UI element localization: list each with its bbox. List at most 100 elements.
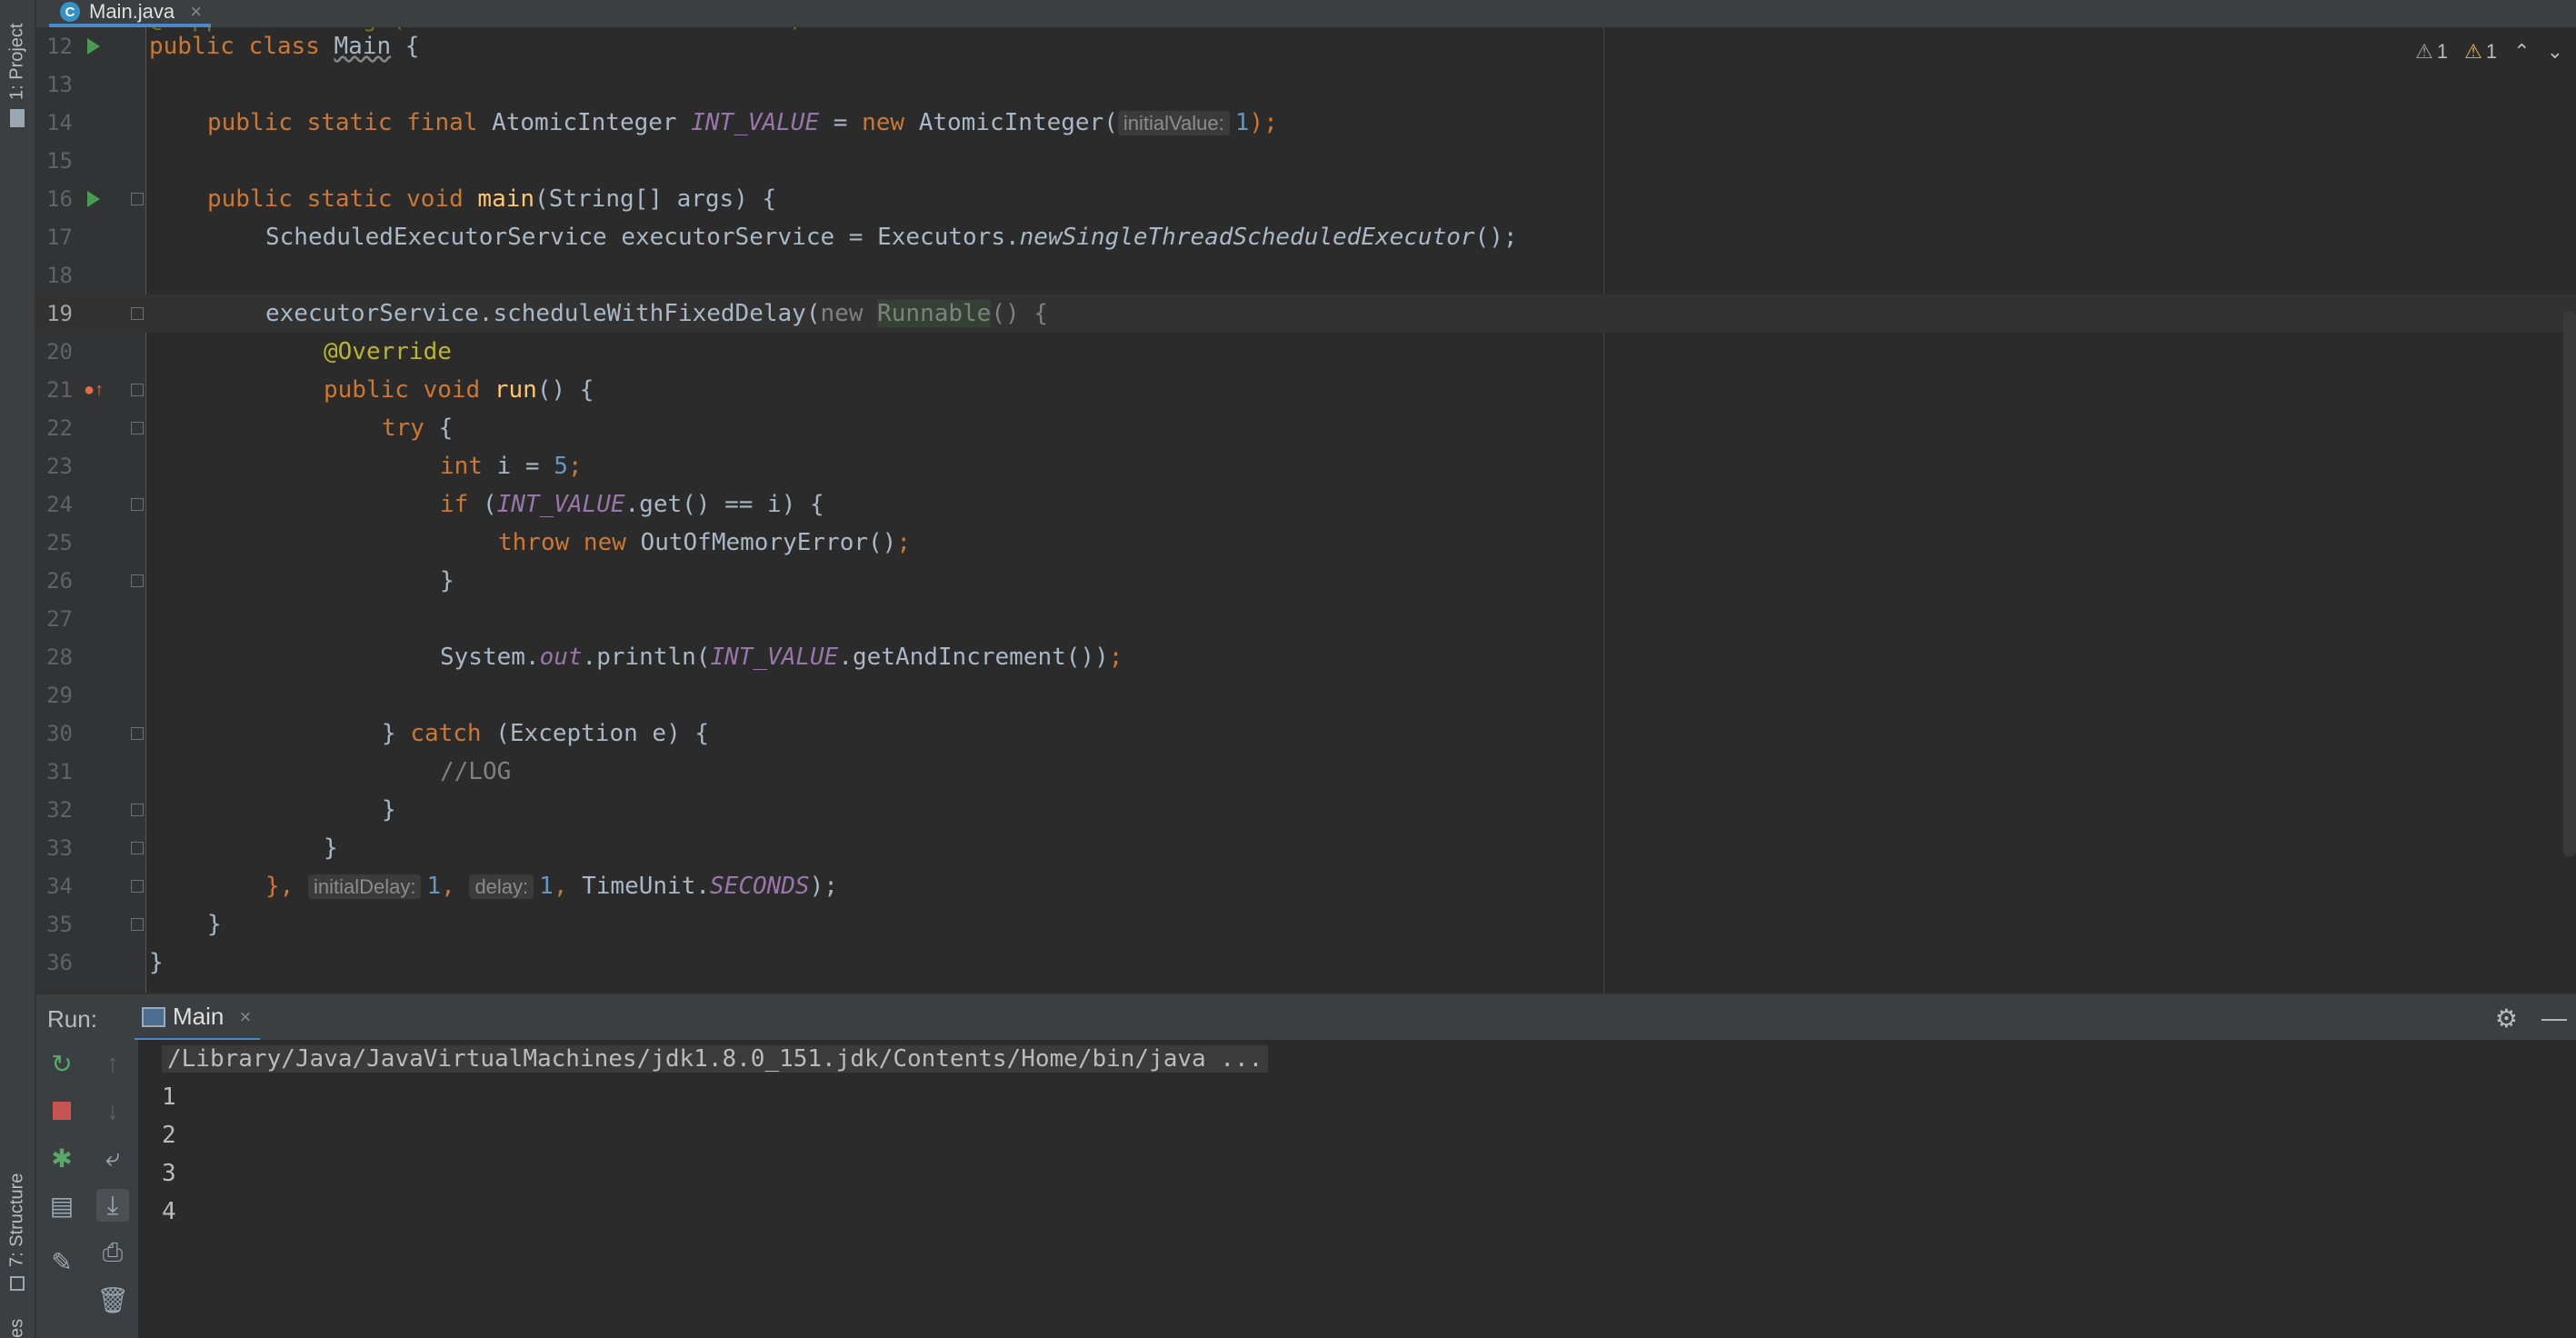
code-line: 26 } — [36, 562, 2576, 600]
code-token: AtomicInteger — [492, 109, 692, 136]
structure-tool-button[interactable]: 7: Structure — [0, 1127, 35, 1291]
favorites-tool-label: es — [6, 1318, 27, 1338]
layout-icon[interactable]: ▤ — [45, 1189, 78, 1222]
fold-icon[interactable] — [131, 727, 144, 740]
code-line: 28 System.out.println(INT_VALUE.getAndIn… — [36, 638, 2576, 676]
fold-icon[interactable] — [131, 918, 144, 931]
code-line: 23 int i = 5; — [36, 447, 2576, 485]
code-line: 32 } — [36, 791, 2576, 829]
favorites-tool-button[interactable]: es — [0, 1309, 35, 1338]
rerun-icon[interactable]: ↻ — [45, 1047, 78, 1080]
next-highlight-icon[interactable]: ⌄ — [2547, 40, 2563, 64]
param-hint: delay: — [469, 874, 534, 899]
scroll-down-icon[interactable]: ↓ — [96, 1094, 129, 1127]
pin-icon[interactable]: ✎ — [45, 1245, 78, 1278]
number-token: 1 — [426, 873, 442, 900]
minimize-icon[interactable]: — — [2541, 1004, 2567, 1033]
fold-icon[interactable] — [131, 880, 144, 893]
code-editor[interactable]: @SuppressWarnings("AlibabaThreadPoolCrea… — [36, 27, 2576, 993]
fold-icon[interactable] — [131, 422, 144, 434]
code-token: (Exception e) { — [495, 720, 710, 747]
code-token: , — [553, 873, 583, 900]
debug-icon[interactable]: ✱ — [45, 1142, 78, 1174]
tab-main-java[interactable]: C Main.java × — [49, 0, 212, 27]
warning-count[interactable]: ⚠ 1 — [2464, 40, 2497, 64]
code-line: 31 //LOG — [36, 753, 2576, 791]
code-line: 36 } — [36, 944, 2576, 982]
code-line: 33 } — [36, 829, 2576, 867]
warning-value: 1 — [2485, 40, 2498, 63]
close-tab-icon[interactable]: × — [190, 0, 202, 24]
java-class-icon: C — [60, 2, 80, 22]
fold-icon[interactable] — [131, 498, 144, 511]
code-token: ( — [482, 491, 497, 518]
code-text: if (INT_VALUE.get() == i) { — [440, 485, 824, 524]
code-line: 35 } — [36, 905, 2576, 944]
run-toolbar-primary: ↻ ✱ ▤ ✎ — [36, 1040, 87, 1338]
tab-label: Main.java — [89, 0, 175, 23]
trash-icon[interactable]: 🗑 — [96, 1283, 129, 1316]
code-token: .getAndIncrement()) — [838, 644, 1109, 671]
code-text: } — [324, 834, 338, 862]
kw: int — [440, 453, 497, 480]
fold-icon[interactable] — [131, 804, 144, 816]
kw: catch — [410, 720, 496, 747]
fold-icon[interactable] — [131, 307, 144, 320]
code-line: 34 }, initialDelay: 1, delay: 1, TimeUnit.… — [36, 867, 2576, 905]
scroll-up-icon[interactable]: ↑ — [96, 1047, 129, 1080]
line-number: 23 — [46, 454, 73, 479]
run-tab-main[interactable]: Main × — [135, 994, 261, 1042]
run-toolbar-secondary: ↑ ↓ ⤶ ⤓ ⎙ 🗑 — [87, 1040, 139, 1338]
line-number: 20 — [46, 339, 73, 364]
code-token: () { — [536, 376, 594, 404]
inspection-widget[interactable]: ⚠ 1 ⚠ 1 ⌃ ⌄ — [2415, 40, 2563, 64]
gear-icon[interactable]: ⚙ — [2495, 1004, 2518, 1033]
code-text: } — [207, 911, 222, 938]
comment-token: //LOG — [440, 758, 512, 785]
code-token: = — [819, 109, 863, 136]
code-token: ; — [567, 453, 583, 480]
console-output-line: 1 — [162, 1083, 176, 1111]
code-token: ; — [1108, 644, 1123, 671]
code-text: ScheduledExecutorService executorService… — [265, 218, 1518, 256]
editor-tab-bar: C Main.java × — [36, 0, 2576, 29]
console-command-text: /Library/Java/JavaVirtualMachines/jdk1.8… — [162, 1045, 1269, 1073]
editor-scrollbar[interactable] — [2563, 311, 2576, 856]
structure-icon — [10, 1276, 25, 1291]
code-line: 14 public static final AtomicInteger INT… — [36, 104, 2576, 142]
line-number: 36 — [46, 950, 73, 975]
param-hint: initialDelay: — [307, 874, 422, 899]
warning-icon: ⚠ — [2464, 40, 2482, 63]
soft-wrap-icon[interactable]: ⤶ — [96, 1142, 129, 1174]
kw: public void — [324, 376, 494, 404]
fold-icon[interactable] — [131, 193, 144, 205]
number-token: 1 — [539, 873, 554, 900]
scroll-to-end-icon[interactable]: ⤓ — [96, 1189, 129, 1222]
console-output-line: 4 — [162, 1198, 176, 1225]
fold-icon[interactable] — [131, 842, 144, 854]
code-line: 24 if (INT_VALUE.get() == i) { — [36, 485, 2576, 524]
project-tool-button[interactable]: 1: Project — [0, 0, 35, 127]
code-text: }, initialDelay: 1, delay: 1, TimeUnit.SEC… — [265, 867, 838, 906]
close-run-tab-icon[interactable]: × — [240, 1005, 252, 1029]
run-gutter-icon[interactable] — [87, 191, 100, 207]
weak-warning-count[interactable]: ⚠ 1 — [2415, 40, 2448, 64]
run-panel-header: Run: Main × ⚙ — — [36, 993, 2576, 1043]
override-gutter-icon[interactable]: ●↑ — [84, 380, 104, 401]
print-icon[interactable]: ⎙ — [96, 1236, 129, 1269]
stop-icon[interactable] — [45, 1094, 78, 1127]
console-output-line: 2 — [162, 1122, 176, 1149]
fold-icon[interactable] — [131, 574, 144, 587]
code-token: (String[] args) { — [534, 185, 777, 213]
fold-icon[interactable] — [131, 384, 144, 396]
code-token: , — [441, 873, 470, 900]
run-console[interactable]: /Library/Java/JavaVirtualMachines/jdk1.8… — [138, 1040, 2576, 1338]
previous-highlight-icon[interactable]: ⌃ — [2513, 40, 2530, 64]
code-token: ); — [809, 873, 838, 900]
code-text: executorService.scheduleWithFixedDelay(n… — [265, 295, 1048, 333]
code-text: throw new OutOfMemoryError(); — [498, 524, 911, 562]
run-gutter-icon[interactable] — [87, 38, 100, 55]
field-token: out — [539, 644, 583, 671]
code-text: } — [149, 949, 164, 976]
code-line: 16 public static void main(String[] args… — [36, 180, 2576, 218]
